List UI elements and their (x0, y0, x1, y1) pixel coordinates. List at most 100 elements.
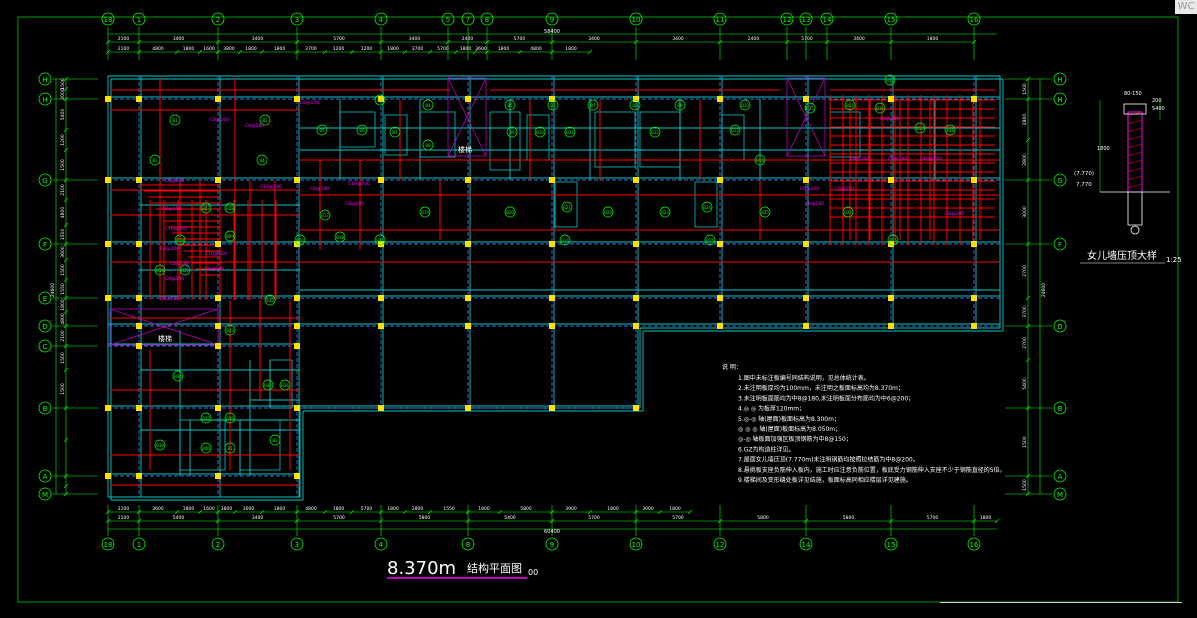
dim-bot-1-label: 2800 (412, 506, 424, 512)
column (105, 241, 111, 247)
dim-right-label: 3700 (1022, 306, 1028, 318)
slab-label: B13 (376, 238, 384, 243)
room-outline (721, 114, 745, 161)
rebar-callout: C8@200 (210, 117, 229, 123)
column (717, 241, 723, 247)
detail-hatch (1127, 127, 1143, 133)
column (633, 241, 639, 247)
dim-bot-2-label: 5800 (843, 515, 855, 521)
column (215, 405, 221, 411)
column (136, 343, 142, 349)
slab-label: B17 (321, 213, 329, 218)
dim-left-label: 4800 (60, 313, 66, 325)
column (549, 241, 555, 247)
rebar-callout: C10@180 (260, 184, 282, 190)
note-line: 8.悬挑板支座负筋伸入板内，施工时应注意负筋位置，板底受力钢筋伸入支座不少于钢筋… (738, 466, 1006, 474)
column (136, 473, 142, 479)
axis-label-top: 12 (783, 16, 792, 24)
dim-bot-2-label: 2100 (118, 515, 130, 521)
column (294, 473, 300, 479)
dim-top-2-label: 1800 (274, 46, 286, 52)
detail-dim-b: 5400 (1152, 106, 1165, 112)
slab-label: B3 (377, 98, 383, 103)
axis-label-bottom: 18 (104, 541, 113, 549)
axis-label-left: E (43, 295, 47, 303)
slab-label: B4 (425, 103, 431, 108)
dim-bot-1-label: 3000 (642, 506, 654, 512)
detail-title: 女儿墙压顶大样 (1087, 249, 1157, 262)
dim-top-1-label: 3400 (409, 36, 421, 42)
dim-top-1-label: 3400 (853, 36, 865, 42)
axis-label-top: 13 (802, 16, 811, 24)
column (465, 323, 471, 329)
slab-label: B1 (172, 118, 178, 123)
column (294, 177, 300, 183)
column (105, 177, 111, 183)
axis-grid-layer: 18 1 2 3 4 5 7 8 9 10 11 12 13 14 15 1618 1 2 3 4 8 9 10 12 14 15… (17, 12, 1179, 603)
slab-label: B29 (226, 234, 234, 239)
slab-label: B20 (296, 238, 304, 243)
column (971, 241, 977, 247)
stair-label: 楼梯 (458, 145, 472, 154)
axis-label-top: 8 (485, 16, 489, 24)
axis-label-right: B (1058, 405, 1063, 413)
slab-label: B9 (677, 103, 683, 108)
note-line: 7.屋面女儿墙压顶(7.770m)未注明钢筋均按照拉结筋为中8@200。 (738, 456, 919, 464)
slab-label: B26 (844, 210, 852, 215)
dim-left-label: 2100 (60, 184, 66, 196)
dim-top-2-label: 5700 (437, 46, 449, 52)
slab-label: B24 (703, 205, 711, 210)
slab-label: B8 (632, 103, 638, 108)
parapet-detail (1080, 100, 1170, 264)
column (105, 295, 111, 301)
rebar-callout: C8@180 (170, 261, 189, 267)
axis-label-top: 2 (216, 16, 220, 24)
slab-label: B2 (272, 438, 278, 443)
column (378, 177, 384, 183)
column (549, 295, 555, 301)
column (803, 295, 809, 301)
dim-top-1-label: 5700 (514, 36, 526, 42)
rebar-callout: C8@180 (205, 266, 224, 272)
slab-label: B10 (741, 103, 749, 108)
note-line: 9.楼梯间及变形缝处板详见结施，板面标高同相应楼层详见建施。 (738, 476, 912, 484)
axis-label-bottom: 10 (632, 541, 641, 549)
slab-label: B11 (846, 103, 854, 108)
dim-top-1-label: 2400 (462, 36, 474, 42)
column (215, 96, 221, 102)
axis-label-bottom: 1 (137, 541, 141, 549)
slab-label: B10 (536, 130, 544, 135)
detail-elevation-2: 7.770 (1076, 182, 1092, 188)
column (465, 405, 471, 411)
stair-label-2: 楼梯 (158, 334, 172, 343)
detail-hatch (1127, 159, 1143, 165)
column (294, 405, 300, 411)
slab-label: B33 (226, 328, 234, 333)
dim-left-label: 1550 (60, 283, 66, 295)
dim-top-2-label: 1800 (245, 46, 257, 52)
dim-right-label: 3000 (1022, 206, 1028, 218)
dim-right-total: 24600 (1041, 283, 1047, 297)
rebar-callout: C8@180 (888, 156, 907, 162)
column (633, 323, 639, 329)
column (971, 295, 977, 301)
column (294, 295, 300, 301)
rebar-callout: C8@150 (835, 186, 854, 192)
rebar-callout: C8@150 (165, 276, 184, 282)
slab-label: B40 (202, 446, 210, 451)
detail-hatch (1127, 167, 1143, 173)
dim-bot-1-label: 4800 (305, 506, 317, 512)
dim-top-2-label: 1800 (460, 46, 472, 52)
rebar-callout: C8@200 (345, 201, 364, 207)
column (215, 295, 221, 301)
axis-label-left: H (42, 96, 47, 104)
column (717, 323, 723, 329)
dim-bot-2-label: 5700 (333, 515, 345, 521)
dim-left-label: 1500 (60, 229, 66, 241)
column (633, 177, 639, 183)
dim-right-label: 2800 (1022, 154, 1028, 166)
detail-hatch (1127, 151, 1143, 157)
column (717, 177, 723, 183)
axis-label-top: 10 (632, 16, 641, 24)
note-line: 6.GZ为构造柱详见。 (738, 445, 795, 453)
